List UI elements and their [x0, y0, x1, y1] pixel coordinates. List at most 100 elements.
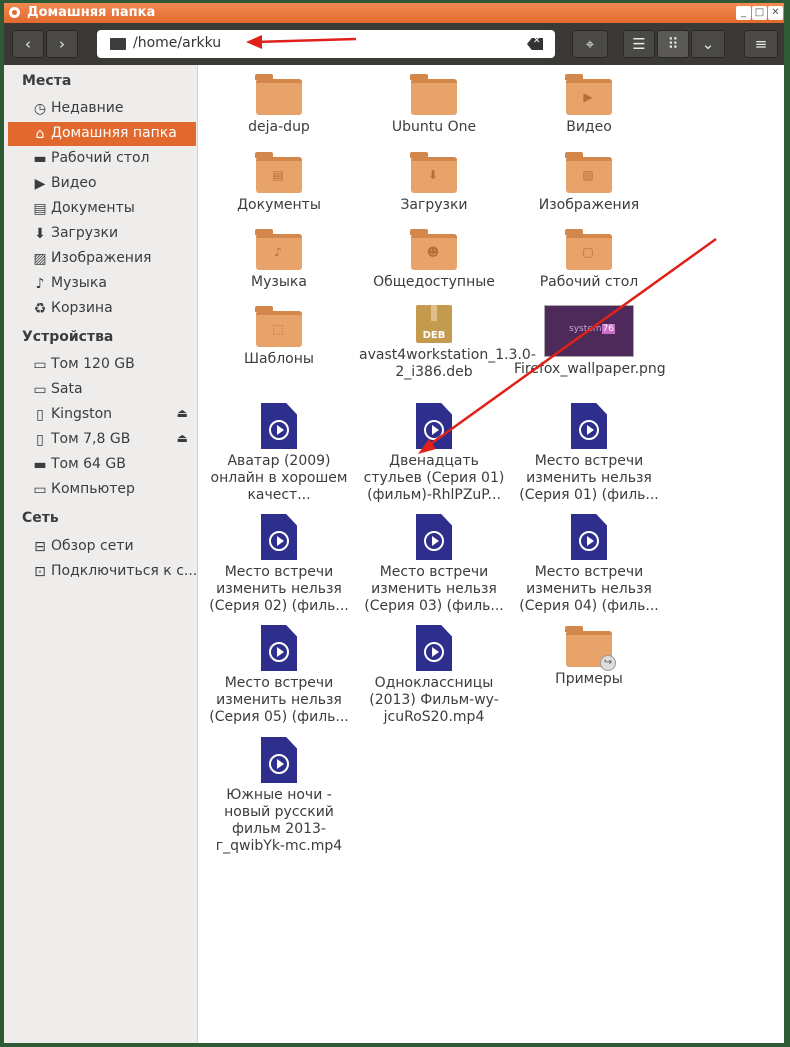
folder-icon: ▶: [565, 74, 612, 115]
folder-icon: ▨: [565, 152, 612, 193]
video-file-icon: [571, 403, 607, 449]
folder-emblem-icon: ♪: [274, 245, 282, 259]
home-icon: ⌂: [35, 126, 45, 142]
folder-emblem-icon: ▶: [583, 90, 593, 104]
sidebar-item[interactable]: ⬇ Загрузки: [8, 222, 196, 246]
file-item[interactable]: ⬚ Шаблоны: [204, 305, 354, 368]
folder-icon: ▤: [255, 152, 302, 193]
file-item[interactable]: Южные ночи - новый русский фильм 2013-г_…: [204, 737, 354, 855]
link-icon: ↪: [600, 655, 616, 671]
window-title: Домашняя папка: [27, 5, 156, 20]
sidebar-item[interactable]: ▤ Документы: [8, 197, 196, 221]
menu-button[interactable]: ≡: [744, 30, 778, 58]
sidebar-item[interactable]: ▭ Том 120 GB: [8, 353, 196, 377]
file-item[interactable]: Двенадцать стульев (Серия 01) (фильм)-Rh…: [359, 403, 509, 504]
file-label: Изображения: [538, 197, 640, 213]
sidebar-item-label: Обзор сети: [51, 538, 134, 554]
file-item[interactable]: ▨ Изображения: [514, 151, 664, 214]
folder-emblem-icon: ▨: [582, 168, 594, 182]
video-file-icon: [416, 514, 452, 560]
file-item[interactable]: Место встречи изменить нельзя (Серия 04)…: [514, 514, 664, 615]
sidebar-item[interactable]: ▬ Том 64 GB: [8, 453, 196, 477]
file-label: Место встречи изменить нельзя (Серия 05)…: [209, 675, 349, 725]
sidebar-item[interactable]: ⊡ Подключиться к с...: [8, 560, 198, 584]
file-label: Место встречи изменить нельзя (Серия 01)…: [519, 453, 659, 503]
folder-emblem-icon: ▢: [582, 245, 594, 259]
network-heading: Сеть: [22, 510, 59, 526]
list-view-button[interactable]: ☰: [623, 30, 655, 58]
file-item[interactable]: Место встречи изменить нельзя (Серия 05)…: [204, 625, 354, 726]
file-label: Одноклассницы (2013) Фильм-wy-jcuRoS20.m…: [369, 675, 499, 725]
sidebar-item[interactable]: ♪ Музыка: [8, 272, 196, 296]
file-item[interactable]: Ubuntu One: [359, 73, 509, 136]
file-item[interactable]: ▢ Рабочий стол: [514, 228, 664, 291]
file-label: Примеры: [555, 671, 623, 687]
sidebar-item-label: Kingston: [51, 406, 113, 422]
play-icon: [269, 754, 289, 774]
sidebar-item[interactable]: ⌂ Домашняя папка: [8, 122, 196, 146]
grid-view-button[interactable]: ⠿: [657, 30, 689, 58]
file-item[interactable]: Место встречи изменить нельзя (Серия 03)…: [359, 514, 509, 615]
file-item[interactable]: ♪ Музыка: [204, 228, 354, 291]
eject-icon[interactable]: ⏏: [177, 431, 188, 445]
file-item[interactable]: ▤ Документы: [204, 151, 354, 214]
play-icon: [424, 420, 444, 440]
close-button[interactable]: ✕: [768, 6, 783, 20]
video-file-icon: [416, 625, 452, 671]
location-bar[interactable]: /home/arkku: [97, 30, 555, 58]
image-thumbnail: system76: [544, 305, 634, 357]
file-item[interactable]: DEB avast4workstation_1.3.0-2_i386.deb: [359, 305, 536, 381]
sidebar-item[interactable]: ▨ Изображения: [8, 247, 196, 271]
sidebar-item[interactable]: ◷ Недавние: [8, 97, 196, 121]
music-icon: ♪: [35, 276, 45, 292]
thumbnail-text: system76: [569, 324, 615, 334]
play-icon: [579, 531, 599, 551]
file-label: Firefox_wallpaper.png: [514, 361, 666, 377]
file-item[interactable]: ⬇ Загрузки: [359, 151, 509, 214]
sidebar-item-label: Том 64 GB: [51, 456, 126, 472]
eject-icon[interactable]: ⏏: [177, 406, 188, 420]
back-button[interactable]: ‹: [12, 30, 44, 58]
sidebar-item[interactable]: ⊟ Обзор сети: [8, 535, 196, 559]
clear-icon[interactable]: [527, 38, 543, 50]
minimize-button[interactable]: _: [736, 6, 751, 20]
file-label: avast4workstation_1.3.0-2_i386.deb: [359, 347, 536, 380]
file-item[interactable]: system76 Firefox_wallpaper.png: [514, 305, 666, 378]
usb-icon: ▯: [36, 407, 44, 423]
file-item[interactable]: Одноклассницы (2013) Фильм-wy-jcuRoS20.m…: [359, 625, 509, 726]
sidebar: Места ◷ Недавние ⌂ Домашняя папка ▬ Рабочий с…: [4, 65, 198, 1043]
title-bar: Домашняя папка _ □ ✕: [4, 3, 784, 23]
sidebar-item[interactable]: ▶ Видео: [8, 172, 196, 196]
forward-button[interactable]: ›: [46, 30, 78, 58]
maximize-button[interactable]: □: [752, 6, 767, 20]
sidebar-item-label: Подключиться к с...: [51, 563, 198, 579]
file-item[interactable]: ☻ Общедоступные: [359, 228, 509, 291]
file-label: Аватар (2009) онлайн в хорошем качест...: [210, 453, 348, 503]
file-label: Шаблоны: [244, 351, 314, 367]
file-item[interactable]: ↪ Примеры: [514, 625, 664, 688]
file-label: Рабочий стол: [539, 274, 639, 290]
file-item[interactable]: Место встречи изменить нельзя (Серия 02)…: [204, 514, 354, 615]
view-options-button[interactable]: ⌄: [691, 30, 725, 58]
folder-icon: ⬇: [410, 152, 457, 193]
file-item[interactable]: Место встречи изменить нельзя (Серия 01)…: [514, 403, 664, 504]
file-item[interactable]: Аватар (2009) онлайн в хорошем качест...: [204, 403, 354, 504]
sidebar-item[interactable]: ♻ Корзина: [8, 297, 196, 321]
sidebar-item[interactable]: ▭ Компьютер: [8, 478, 196, 502]
computer-icon: ▭: [33, 482, 47, 498]
file-item[interactable]: ▶ Видео: [514, 73, 664, 136]
location-toggle-button[interactable]: ⌖: [572, 30, 608, 58]
video-icon: ▶: [34, 176, 46, 192]
sidebar-item-label: Домашняя папка: [51, 125, 177, 141]
sidebar-item[interactable]: ▯ Том 7,8 GB ⏏: [8, 428, 196, 452]
sidebar-item[interactable]: ▬ Рабочий стол: [8, 147, 196, 171]
sidebar-item[interactable]: ▭ Sata: [8, 378, 196, 402]
download-icon: ⬇: [34, 226, 46, 242]
sidebar-item[interactable]: ▯ Kingston ⏏: [8, 403, 196, 427]
file-manager-window: Домашняя папка _ □ ✕ ‹ › /home/arkku ⌖ ☰…: [4, 3, 784, 1043]
location-path[interactable]: /home/arkku: [133, 35, 221, 51]
trash-icon: ♻: [33, 301, 47, 317]
package-icon: DEB: [416, 305, 452, 343]
file-item[interactable]: deja-dup: [204, 73, 354, 136]
folder-emblem-icon: ⬇: [427, 168, 439, 182]
